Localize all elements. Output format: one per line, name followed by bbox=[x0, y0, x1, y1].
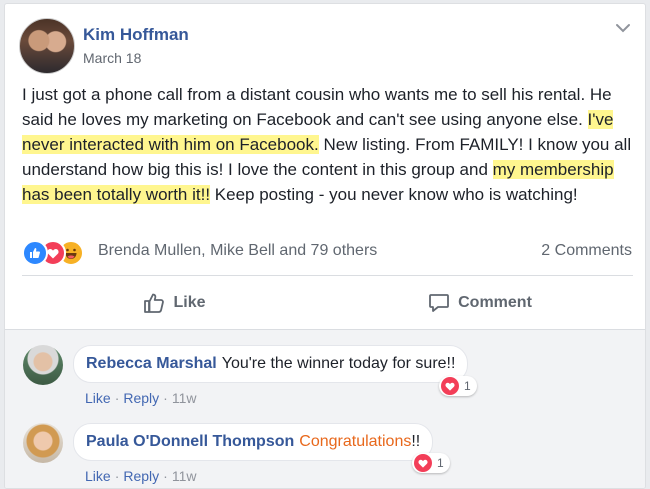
comment-button-label: Comment bbox=[458, 294, 532, 311]
comment-reply-link[interactable]: Reply bbox=[123, 468, 159, 484]
comment-like-link[interactable]: Like bbox=[85, 390, 111, 406]
post-text: I just got a phone call from a distant c… bbox=[22, 82, 637, 207]
post-text-segment: Keep posting - you never know who is wat… bbox=[210, 185, 578, 204]
reactions-row: Brenda Mullen, Mike Bell and 79 others 2… bbox=[22, 240, 632, 266]
avatar[interactable] bbox=[23, 345, 63, 385]
comments-count[interactable]: 2 Comments bbox=[541, 242, 632, 260]
reaction-count: 1 bbox=[464, 379, 471, 393]
comment-reaction[interactable]: 1 bbox=[439, 376, 477, 396]
commenter-name[interactable]: Paula O'Donnell Thompson bbox=[86, 433, 294, 451]
like-button[interactable]: Like bbox=[22, 280, 327, 326]
comment-meta: Like · Reply · 11w bbox=[85, 390, 197, 406]
divider bbox=[22, 275, 633, 276]
comment-text: You're the winner today for sure!! bbox=[221, 355, 456, 372]
post-actions: Like Comment bbox=[22, 280, 633, 326]
comment-time[interactable]: 11w bbox=[172, 468, 197, 484]
post-card: Kim Hoffman March 18 I just got a phone … bbox=[4, 3, 646, 489]
thumbs-up-icon bbox=[144, 293, 165, 313]
comment-text: Congratulations!! bbox=[299, 433, 420, 451]
comment-icon bbox=[429, 294, 450, 312]
comment-bubble: Rebecca Marshal You're the winner today … bbox=[73, 345, 469, 383]
chevron-down-icon[interactable] bbox=[615, 22, 631, 34]
comment-text-suffix: !! bbox=[411, 433, 421, 450]
like-button-label: Like bbox=[173, 294, 206, 311]
comment-time[interactable]: 11w bbox=[172, 390, 197, 406]
reactors-summary[interactable]: Brenda Mullen, Mike Bell and 79 others bbox=[98, 242, 377, 260]
commenter-name[interactable]: Rebecca Marshal bbox=[86, 355, 217, 373]
comments-section: Rebecca Marshal You're the winner today … bbox=[5, 329, 645, 488]
comment-text-highlight: Congratulations bbox=[299, 433, 412, 450]
author-avatar[interactable] bbox=[19, 18, 75, 74]
love-icon bbox=[414, 454, 432, 472]
avatar[interactable] bbox=[23, 423, 63, 463]
comment-meta: Like · Reply · 11w bbox=[85, 468, 197, 484]
comment-reaction[interactable]: 1 bbox=[412, 453, 450, 473]
post-text-segment: I just got a phone call from a distant c… bbox=[22, 85, 612, 129]
comment-bubble: Paula O'Donnell Thompson Congratulations… bbox=[73, 423, 434, 461]
post-date[interactable]: March 18 bbox=[83, 50, 141, 66]
reaction-count: 1 bbox=[437, 456, 444, 470]
love-icon bbox=[441, 377, 459, 395]
comment-like-link[interactable]: Like bbox=[85, 468, 111, 484]
author-name[interactable]: Kim Hoffman bbox=[83, 25, 189, 45]
like-icon[interactable] bbox=[22, 240, 48, 266]
comment-button[interactable]: Comment bbox=[327, 280, 633, 326]
comment-reply-link[interactable]: Reply bbox=[123, 390, 159, 406]
